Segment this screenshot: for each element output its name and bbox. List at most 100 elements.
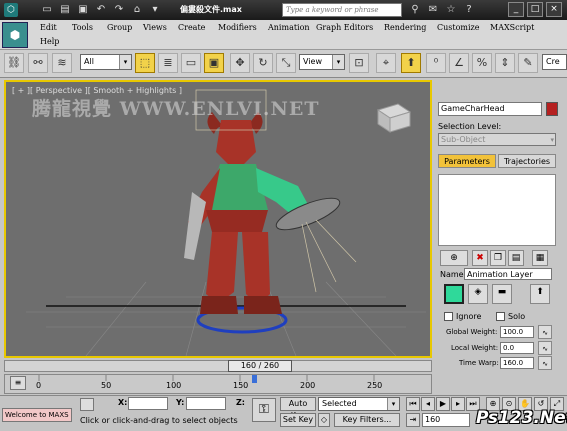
delete-layer-icon[interactable]: ✖ bbox=[472, 250, 488, 266]
tab-parameters[interactable]: Parameters bbox=[438, 154, 496, 168]
save-file-icon[interactable]: ▣ bbox=[76, 3, 90, 17]
collapse-layer-icon[interactable]: ▦ bbox=[532, 250, 548, 266]
global-weight-curve-icon[interactable]: ∿ bbox=[538, 325, 552, 339]
menu-customize[interactable]: Customize bbox=[437, 23, 480, 32]
select-and-manipulate-icon[interactable]: ⌖ bbox=[376, 53, 396, 73]
select-and-move-icon[interactable]: ✥ bbox=[230, 53, 250, 73]
dropdown-chevron-icon[interactable]: ▾ bbox=[148, 3, 162, 17]
menu-modifiers[interactable]: Modifiers bbox=[218, 23, 257, 32]
help-icon[interactable]: ? bbox=[462, 3, 476, 17]
prompt-line: Click or click-and-drag to select object… bbox=[80, 416, 238, 425]
set-key-button[interactable]: Set Key bbox=[280, 413, 316, 427]
keyboard-shortcut-override-icon[interactable]: ⬆ bbox=[401, 53, 421, 73]
layer-controller-icon[interactable]: ◈ bbox=[468, 284, 488, 304]
menu-graph-editors[interactable]: Graph Editors bbox=[316, 23, 373, 32]
perspective-viewport[interactable]: [ + ][ Perspective ][ Smooth + Highlight… bbox=[4, 80, 432, 358]
time-slider-track[interactable] bbox=[4, 360, 432, 372]
menu-animation[interactable]: Animation bbox=[268, 23, 310, 32]
current-frame-field[interactable]: 160 bbox=[422, 413, 470, 427]
maximize-button[interactable]: □ bbox=[527, 2, 543, 17]
menu-views[interactable]: Views bbox=[143, 23, 167, 32]
next-frame-icon[interactable]: ▸ bbox=[451, 397, 465, 411]
object-color-swatch[interactable] bbox=[546, 102, 558, 116]
time-warp-curve-icon[interactable]: ∿ bbox=[538, 356, 552, 370]
snaps-toggle-icon[interactable]: ⁰ bbox=[426, 53, 446, 73]
character-model bbox=[184, 112, 341, 314]
move-layer-up-icon[interactable]: ⬆ bbox=[530, 284, 550, 304]
layer-name-field[interactable]: Animation Layer bbox=[464, 268, 552, 280]
global-weight-spinner[interactable]: 100.0 bbox=[500, 326, 534, 338]
menu-group[interactable]: Group bbox=[107, 23, 132, 32]
new-file-icon[interactable]: ▭ bbox=[40, 3, 54, 17]
time-warp-spinner[interactable]: 160.0 bbox=[500, 357, 534, 369]
select-by-name-icon[interactable]: ≣ bbox=[158, 53, 178, 73]
unlink-selection-icon[interactable]: ⚯ bbox=[28, 53, 48, 73]
previous-frame-icon[interactable]: ◂ bbox=[421, 397, 435, 411]
object-name-field[interactable]: GameCharHead bbox=[438, 102, 542, 116]
x-coord-field[interactable] bbox=[128, 397, 168, 410]
close-button[interactable]: × bbox=[546, 2, 562, 17]
selection-filter-dropdown[interactable]: All ▾ bbox=[80, 54, 132, 70]
key-selection-dropdown[interactable]: Selected ▾ bbox=[318, 397, 400, 411]
menu-maxscript[interactable]: MAXScript bbox=[490, 23, 534, 32]
favorites-star-icon[interactable]: ☆ bbox=[444, 3, 458, 17]
key-filters-button[interactable]: Key Filters... bbox=[334, 413, 400, 427]
angle-snap-icon[interactable]: ∠ bbox=[449, 53, 469, 73]
local-weight-curve-icon[interactable]: ∿ bbox=[538, 341, 552, 355]
menu-rendering[interactable]: Rendering bbox=[384, 23, 426, 32]
communication-center-icon[interactable]: ✉ bbox=[426, 3, 440, 17]
paste-layer-icon[interactable]: ▤ bbox=[508, 250, 524, 266]
menu-tools[interactable]: Tools bbox=[72, 23, 93, 32]
project-folder-icon[interactable]: ⌂ bbox=[130, 3, 144, 17]
key-icon[interactable]: ⚿ bbox=[252, 398, 276, 422]
time-slider-handle[interactable]: 160 / 260 bbox=[228, 360, 292, 372]
menu-create[interactable]: Create bbox=[178, 23, 205, 32]
percent-snap-icon[interactable]: % bbox=[472, 53, 492, 73]
named-selection-input[interactable]: Cre bbox=[542, 54, 567, 70]
rectangular-selection-icon[interactable]: ▭ bbox=[181, 53, 201, 73]
add-layer-icon[interactable]: ⊕ bbox=[440, 250, 468, 266]
application-menu-button[interactable]: ⬢ bbox=[2, 22, 28, 48]
redo-icon[interactable]: ↷ bbox=[112, 3, 126, 17]
go-to-start-icon[interactable]: ⏮ bbox=[406, 397, 420, 411]
select-and-scale-icon[interactable]: ⤡ bbox=[276, 53, 296, 73]
select-and-rotate-icon[interactable]: ↻ bbox=[253, 53, 273, 73]
menu-help[interactable]: Help bbox=[40, 37, 59, 46]
edit-named-selection-icon[interactable]: ✎ bbox=[518, 53, 538, 73]
sub-object-dropdown[interactable]: Sub-Object ▾ bbox=[438, 133, 556, 146]
menu-edit[interactable]: Edit bbox=[40, 23, 57, 32]
selection-filter-value: All bbox=[84, 57, 94, 66]
local-weight-spinner[interactable]: 0.0 bbox=[500, 342, 534, 354]
bind-to-space-warp-icon[interactable]: ≋ bbox=[52, 53, 72, 73]
weight-track-icon[interactable]: ▬ bbox=[492, 284, 512, 304]
select-object-icon[interactable]: ⬚ bbox=[135, 53, 155, 73]
layer-list[interactable] bbox=[438, 174, 556, 246]
layer-color-swatch[interactable] bbox=[444, 284, 464, 304]
search-binoculars-icon[interactable]: ⚲ bbox=[408, 3, 422, 17]
open-file-icon[interactable]: ▤ bbox=[58, 3, 72, 17]
selection-lock-icon[interactable] bbox=[80, 398, 94, 411]
use-pivot-center-icon[interactable]: ⊡ bbox=[349, 53, 369, 73]
key-mode-icon[interactable]: ◇ bbox=[318, 413, 330, 427]
spinner-snap-icon[interactable]: ⇕ bbox=[495, 53, 515, 73]
solo-checkbox[interactable] bbox=[496, 312, 505, 321]
auto-key-button[interactable]: Auto Key bbox=[280, 397, 316, 420]
ignore-checkbox[interactable] bbox=[444, 312, 453, 321]
keyword-search-input[interactable]: Type a keyword or phrase bbox=[282, 3, 402, 17]
track-tick-label: 0 bbox=[36, 381, 42, 390]
curve-editor-toggle-icon[interactable]: ≡ bbox=[10, 376, 26, 390]
window-crossing-icon[interactable]: ▣ bbox=[204, 53, 224, 73]
x-coord-label: X: bbox=[118, 398, 128, 407]
key-mode-toggle-icon[interactable]: ⇥ bbox=[406, 413, 420, 427]
reference-coordinate-dropdown[interactable]: View ▾ bbox=[299, 54, 345, 70]
select-and-link-icon[interactable]: ⛓ bbox=[4, 53, 24, 73]
title-bar: ⬡ ▭ ▤ ▣ ↶ ↷ ⌂ ▾ 偏婁殺文件.max Type a keyword… bbox=[0, 0, 567, 20]
maxscript-listener[interactable]: Welcome to MAXS bbox=[2, 408, 72, 422]
app-logo-icon[interactable]: ⬡ bbox=[4, 3, 18, 17]
y-coord-field[interactable] bbox=[186, 397, 226, 410]
copy-layer-icon[interactable]: ❐ bbox=[490, 250, 506, 266]
tab-trajectories[interactable]: Trajectories bbox=[498, 154, 556, 168]
play-icon[interactable]: ▶ bbox=[436, 397, 450, 411]
undo-icon[interactable]: ↶ bbox=[94, 3, 108, 17]
minimize-button[interactable]: _ bbox=[508, 2, 524, 17]
